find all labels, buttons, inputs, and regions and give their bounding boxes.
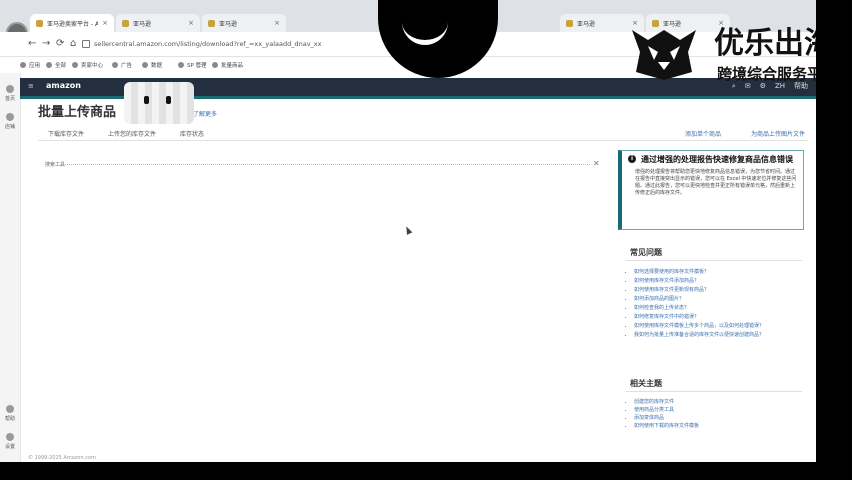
divider (38, 140, 808, 141)
browser-tab-2[interactable]: 亚马逊 × (116, 14, 200, 32)
mask-eye-icon (144, 96, 149, 104)
topics-divider (626, 391, 802, 392)
lock-icon (82, 40, 90, 48)
mouse-cursor-icon (403, 225, 413, 235)
bookmark-item[interactable]: 数据 (142, 61, 162, 69)
store-icon (6, 113, 14, 121)
bookmark-icon (142, 62, 148, 68)
clear-icon[interactable]: ✕ (593, 159, 600, 168)
bookmark-icon (20, 62, 26, 68)
forward-icon[interactable]: → (42, 38, 50, 50)
mask-eye-icon (166, 96, 171, 104)
smile-icon (402, 14, 448, 45)
bookmark-icon (178, 62, 184, 68)
bookmark-item[interactable]: 批量商品 (212, 61, 243, 69)
brand-subtitle: 跨境综合服务平 (717, 65, 816, 83)
faq-link[interactable]: 如何选择要使用的库存文件模板？ (634, 268, 804, 276)
info-alert: i 通过增强的处理报告快速修复商品信息错误 增强的处理报告将帮助您更快地修复商品… (618, 150, 804, 230)
browser-side-rail: 首页 店铺 帮助 设置 (0, 73, 21, 462)
bookmark-icon (46, 62, 52, 68)
bookmark-icon (112, 62, 118, 68)
rail-item-home[interactable]: 首页 (2, 85, 18, 102)
page-title: 批量上传商品 (38, 105, 117, 120)
reload-icon[interactable]: ⟳ (56, 38, 64, 50)
brand-title: 优乐出海 (714, 26, 816, 61)
faq-link[interactable]: 我如何为批量上传准备合适的库存文件以便快速创建商品？ (634, 331, 804, 339)
url-text: sellercentral.amazon.com/listing/downloa… (94, 40, 322, 48)
topics-list: 创建您的库存文件 使用商品分类工具 添加变体商品 如何使用下载的库存文件模板 (628, 398, 804, 430)
bookmark-icon (212, 62, 218, 68)
bookmark-item[interactable]: SP 管理 (178, 61, 207, 69)
faq-divider (626, 260, 802, 261)
topic-link[interactable]: 如何使用下载的库存文件模板 (634, 422, 804, 430)
topics-title: 相关主题 (630, 379, 662, 388)
faq-title: 常见问题 (630, 248, 662, 257)
rail-item-store[interactable]: 店铺 (2, 113, 18, 130)
mosaic-mask-overlay (124, 82, 194, 124)
browser-tab-3[interactable]: 亚马逊 × (202, 14, 286, 32)
topic-link[interactable]: 使用商品分类工具 (634, 406, 804, 414)
faq-link[interactable]: 如何使用库存文件模板上传多个商品，以及如何处理错误？ (634, 322, 804, 330)
tab-favicon-icon (122, 19, 129, 27)
faq-link[interactable]: 如何使用库存文件添加商品？ (634, 277, 804, 285)
alert-body: 增强的处理报告将帮助您更快地修复商品信息错误，为您节省时间。通过在报告中直接突出… (635, 169, 797, 196)
tab-favicon-icon (566, 19, 573, 27)
watermark-brand: 优乐出海 跨境综合服务平 (628, 22, 816, 83)
faq-link[interactable]: 如何使用库存文件更新现有商品？ (634, 286, 804, 294)
rail-item-help[interactable]: 帮助 (2, 405, 18, 422)
tab-favicon-icon (36, 19, 43, 27)
topic-link[interactable]: 添加变体商品 (634, 414, 804, 422)
tab-upload-status[interactable]: 库存状态 (180, 129, 204, 138)
tab-close-icon[interactable]: × (188, 19, 194, 27)
back-icon[interactable]: ← (28, 38, 36, 50)
gear-icon (6, 433, 14, 441)
learn-more-link[interactable]: 了解更多 (193, 109, 217, 118)
right-links: 添加单个商品 为商品上传图片文件 (685, 129, 805, 138)
bookmark-item[interactable]: 全部 (46, 61, 66, 69)
tab-close-icon[interactable]: × (274, 19, 280, 27)
bookmark-item[interactable]: 应用 (20, 61, 40, 69)
home-icon[interactable]: ⌂ (70, 38, 76, 50)
bookmark-item[interactable]: 卖家中心 (72, 61, 103, 69)
faq-list: 如何选择要使用的库存文件模板？ 如何使用库存文件添加商品？ 如何使用库存文件更新… (628, 268, 804, 340)
bookmark-item[interactable]: 广告 (112, 61, 132, 69)
tab-download-template[interactable]: 下载库存文件 (48, 129, 84, 138)
hamburger-menu-icon[interactable]: ≡ (28, 82, 34, 90)
faq-link[interactable]: 如何添加商品的图片？ (634, 295, 804, 303)
tab-upload-file[interactable]: 上传您的库存文件 (108, 129, 156, 138)
tab-close-icon[interactable]: × (102, 19, 108, 27)
faq-link[interactable]: 如何检查我的上传状态？ (634, 304, 804, 312)
category-search-input[interactable] (60, 164, 590, 165)
alert-title: 通过增强的处理报告快速修复商品信息错误 (641, 155, 793, 164)
faq-link[interactable]: 如何修复库存文件中的错误？ (634, 313, 804, 321)
browser-tab-1[interactable]: 亚马逊卖家平台 - Amazon × (30, 14, 114, 32)
lion-logo-icon (632, 30, 696, 80)
upload-images-link[interactable]: 为商品上传图片文件 (751, 129, 805, 138)
home-icon (6, 85, 14, 93)
amazon-logo[interactable]: amazon (46, 81, 81, 90)
info-icon: i (628, 155, 636, 163)
rail-item-settings[interactable]: 设置 (2, 433, 18, 450)
add-single-product-link[interactable]: 添加单个商品 (685, 129, 721, 138)
topic-link[interactable]: 创建您的库存文件 (634, 398, 804, 406)
bookmark-icon (72, 62, 78, 68)
footer-note: © 1999-2025 Amazon.com (28, 455, 96, 461)
subtab-bar: 下载库存文件 上传您的库存文件 库存状态 (48, 129, 204, 138)
help-icon (6, 405, 14, 413)
screen: 亚马逊卖家平台 - Amazon × 亚马逊 × 亚马逊 × 亚马逊 × 亚马逊… (0, 0, 816, 462)
tab-favicon-icon (208, 19, 215, 27)
